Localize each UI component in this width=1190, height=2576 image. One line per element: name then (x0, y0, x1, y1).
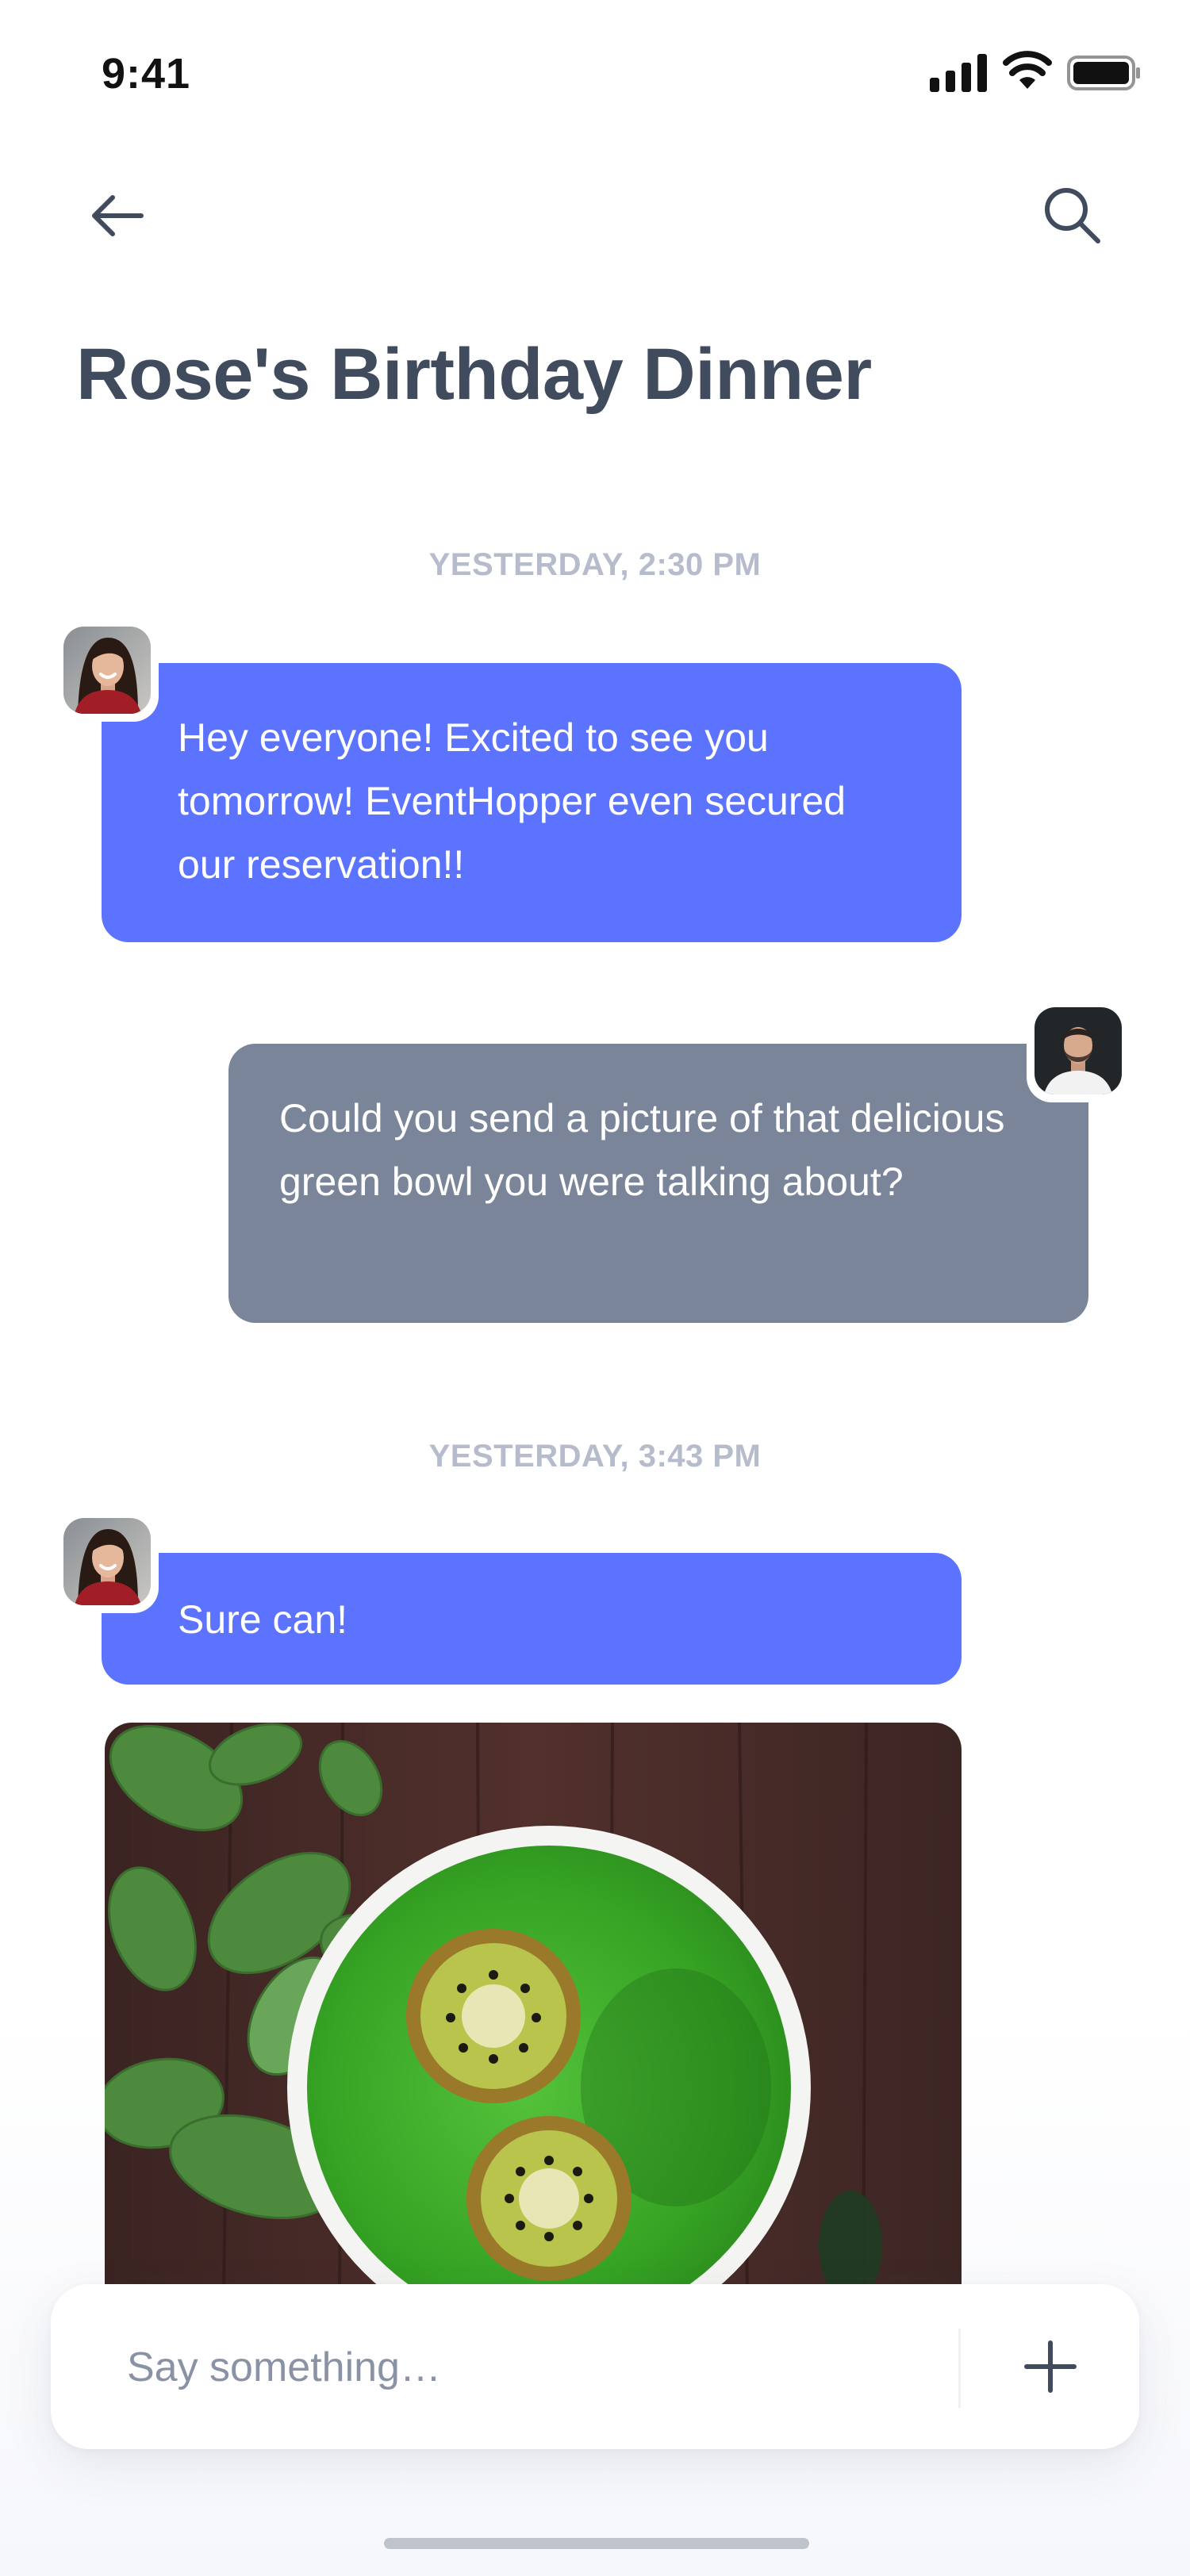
back-button[interactable] (86, 184, 149, 247)
message-timestamp: YESTERDAY, 3:43 PM (428, 1439, 762, 1474)
avatar-rose[interactable] (56, 1510, 159, 1613)
message-text: Could you send a picture of that delicio… (279, 1096, 1005, 1204)
home-indicator[interactable] (384, 2538, 809, 2549)
outgoing-message-bubble[interactable]: Could you send a picture of that delicio… (228, 1044, 1088, 1323)
message-composer (51, 2284, 1139, 2449)
status-time: 9:41 (102, 50, 191, 98)
search-button[interactable] (1039, 182, 1104, 247)
avatar-me[interactable] (1027, 999, 1130, 1102)
message-timestamp: YESTERDAY, 2:30 PM (428, 547, 762, 582)
search-icon (1045, 188, 1100, 243)
avatar-image (1035, 1007, 1122, 1094)
message-input[interactable] (127, 2332, 920, 2403)
arrow-left-icon (92, 195, 144, 236)
incoming-message-bubble[interactable]: Hey everyone! Excited to see you tomorro… (102, 663, 962, 942)
page-title: Rose's Birthday Dinner (76, 334, 872, 415)
message-text: Hey everyone! Excited to see you tomorro… (178, 715, 846, 887)
message-text: Sure can! (178, 1597, 348, 1642)
avatar-image (63, 627, 151, 714)
cellular-signal-icon (930, 54, 987, 92)
composer-divider (958, 2329, 961, 2408)
wifi-icon (1003, 51, 1052, 89)
avatar-image (63, 1518, 151, 1605)
shared-photo[interactable] (105, 1723, 962, 2294)
add-attachment-button[interactable] (1017, 2333, 1084, 2400)
battery-icon (1067, 56, 1140, 90)
incoming-message-bubble[interactable]: Sure can! (102, 1553, 962, 1685)
plus-icon (1024, 2340, 1077, 2393)
avatar-rose[interactable] (56, 619, 159, 722)
